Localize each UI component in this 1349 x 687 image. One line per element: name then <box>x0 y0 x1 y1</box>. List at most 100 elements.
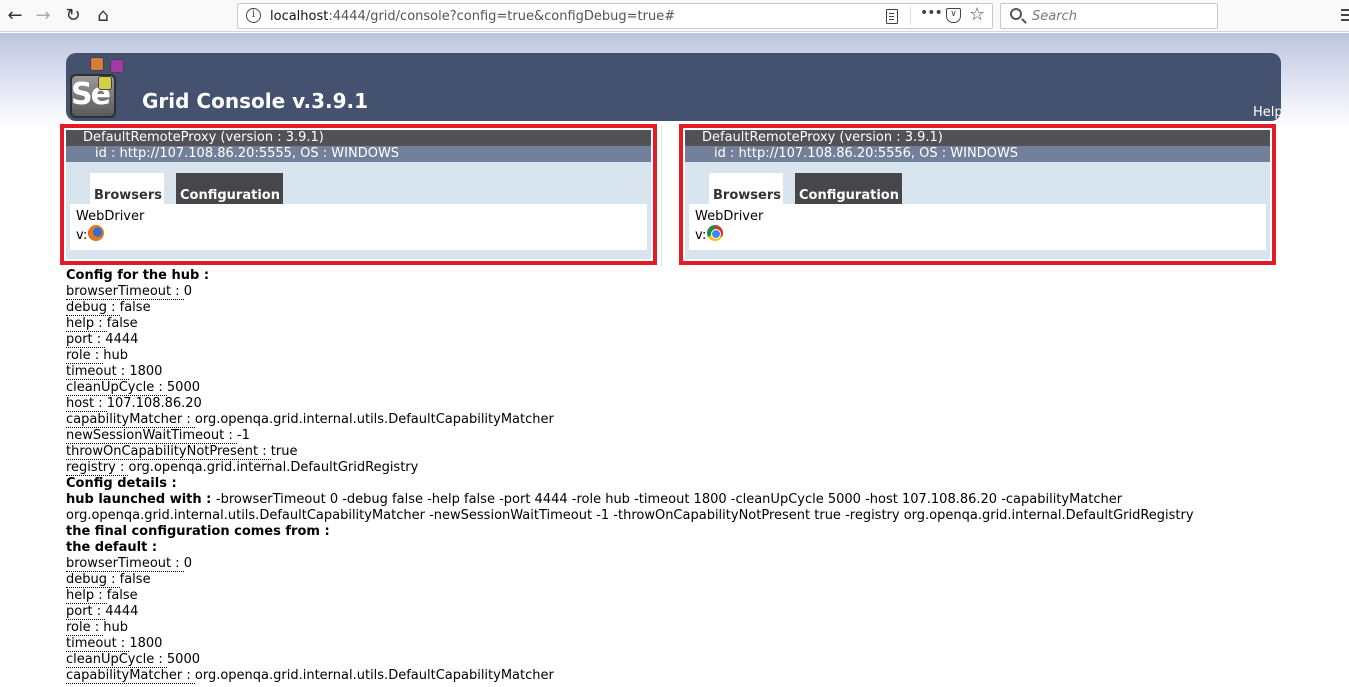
url-path: :4444/grid/console?config=true&configDeb… <box>328 9 676 24</box>
config-value: 107.108.86.20 <box>106 396 202 411</box>
config-entry: throwOnCapabilityNotPresent : true <box>66 444 1276 460</box>
page: Se Grid Console v.3.9.1 Help DefaultRemo… <box>0 33 1349 687</box>
config-entry: browserTimeout : 0 <box>66 284 1276 300</box>
config-value: org.openqa.grid.internal.utils.DefaultCa… <box>194 412 554 427</box>
config-key: role : <box>66 348 104 364</box>
proxy-card: DefaultRemoteProxy (version : 3.9.1) id … <box>60 124 657 265</box>
config-value: 4444 <box>105 332 139 347</box>
config-key: browserTimeout : <box>66 556 184 572</box>
grid-header: Se Grid Console v.3.9.1 Help <box>66 53 1283 121</box>
proxy-tabs: Browsers Configuration <box>685 162 1270 206</box>
protocol-label: WebDriver <box>695 209 764 224</box>
url-bar[interactable]: i localhost:4444/grid/console?config=tru… <box>237 3 993 29</box>
hub-config-heading: Config for the hub : <box>66 268 210 283</box>
hub-launched-with: hub launched with : -browserTimeout 0 -d… <box>66 492 1276 524</box>
config-value: -1 <box>236 428 250 443</box>
tab-browsers[interactable]: Browsers <box>709 173 783 206</box>
more-icon[interactable]: ••• <box>920 5 943 21</box>
config-value: false <box>106 588 138 603</box>
hub-config-list: browserTimeout : 0 debug : false help : fa… <box>66 284 1276 476</box>
bookmark-star-icon[interactable]: ☆ <box>969 5 985 25</box>
config-key: timeout : <box>66 636 130 652</box>
proxy-card: DefaultRemoteProxy (version : 3.9.1) id … <box>679 124 1276 265</box>
config-entry: timeout : 1800 <box>66 364 1276 380</box>
menu-icon[interactable] <box>1341 9 1349 11</box>
url-separator <box>910 7 911 25</box>
chrome-icon[interactable] <box>707 225 724 241</box>
config-value: false <box>119 300 151 315</box>
config-key: newSessionWaitTimeout : <box>66 428 237 444</box>
proxy-tabs: Browsers Configuration <box>66 162 651 206</box>
browser-slot: v: <box>695 225 1260 244</box>
firefox-icon[interactable] <box>88 225 105 241</box>
version-label: v: <box>76 228 88 243</box>
config-entry: role : hub <box>66 348 1276 364</box>
config-entry: help : false <box>66 588 1276 604</box>
browsers-panel: WebDriver v: <box>70 204 647 250</box>
url-text[interactable]: localhost:4444/grid/console?config=true&… <box>270 9 675 24</box>
final-config-heading: the final configuration comes from : <box>66 524 330 539</box>
config-entry: capabilityMatcher : org.openqa.grid.inte… <box>66 412 1276 428</box>
config-entry: debug : false <box>66 572 1276 588</box>
info-icon[interactable]: i <box>246 8 261 23</box>
launched-label: hub launched with : <box>66 492 216 507</box>
home-icon[interactable]: ⌂ <box>93 6 113 26</box>
page-title: Grid Console v.3.9.1 <box>142 89 369 113</box>
config-entry: host : 107.108.86.20 <box>66 396 1276 412</box>
default-config-list: browserTimeout : 0 debug : false help : fa… <box>66 556 1276 684</box>
config-key: capabilityMatcher : <box>66 668 195 684</box>
config-value: 4444 <box>105 604 139 619</box>
config-key: role : <box>66 620 104 636</box>
config-key: browserTimeout : <box>66 284 184 300</box>
config-key: debug : <box>66 300 120 316</box>
back-icon[interactable]: ← <box>5 6 25 26</box>
help-link[interactable]: Help <box>1253 105 1283 120</box>
config-value: hub <box>103 348 129 363</box>
tab-browsers[interactable]: Browsers <box>90 173 164 206</box>
protocol-label: WebDriver <box>76 209 145 224</box>
reload-icon[interactable]: ↻ <box>63 6 83 26</box>
config-key: cleanUpCycle : <box>66 380 167 396</box>
config-entry: port : 4444 <box>66 604 1276 620</box>
config-key: timeout : <box>66 364 130 380</box>
column-divider <box>661 126 662 266</box>
config-value: org.openqa.grid.internal.DefaultGridRegi… <box>128 460 419 475</box>
hub-config: Config for the hub : browserTimeout : 0d… <box>66 268 1276 684</box>
launched-value: -browserTimeout 0 -debug false -help fal… <box>66 492 1194 523</box>
config-key: capabilityMatcher : <box>66 412 195 428</box>
config-key: help : <box>66 316 107 332</box>
proxy-id: id : http://107.108.86.20:5556, OS : WIN… <box>685 146 1270 162</box>
tab-configuration[interactable]: Configuration <box>795 173 902 206</box>
pocket-icon[interactable]: ∨ <box>946 8 961 23</box>
config-details-heading: Config details : <box>66 476 177 491</box>
logo-square-orange <box>90 57 104 71</box>
config-value: false <box>106 316 138 331</box>
proxy-name: DefaultRemoteProxy (version : 3.9.1) <box>685 130 1270 146</box>
config-key: port : <box>66 604 106 620</box>
config-value: true <box>270 444 298 459</box>
search-bar[interactable]: Search <box>1000 3 1218 29</box>
config-key: cleanUpCycle : <box>66 652 167 668</box>
config-value: 0 <box>183 284 193 299</box>
config-value: 1800 <box>129 636 163 651</box>
tab-configuration[interactable]: Configuration <box>176 173 283 206</box>
config-value: 5000 <box>166 652 200 667</box>
config-key: debug : <box>66 572 120 588</box>
forward-icon[interactable]: → <box>33 6 53 26</box>
config-value: false <box>119 572 151 587</box>
config-entry: help : false <box>66 316 1276 332</box>
config-value: 5000 <box>166 380 200 395</box>
config-key: help : <box>66 588 107 604</box>
reader-view-icon[interactable] <box>886 9 898 24</box>
browsers-panel: WebDriver v: <box>689 204 1266 250</box>
config-value: 1800 <box>129 364 163 379</box>
proxy-name: DefaultRemoteProxy (version : 3.9.1) <box>66 130 651 146</box>
config-entry: capabilityMatcher : org.openqa.grid.inte… <box>66 668 1276 684</box>
config-value: org.openqa.grid.internal.utils.DefaultCa… <box>194 668 554 683</box>
config-entry: cleanUpCycle : 5000 <box>66 652 1276 668</box>
browser-toolbar: ← → ↻ ⌂ i localhost:4444/grid/console?co… <box>0 0 1349 32</box>
config-entry: cleanUpCycle : 5000 <box>66 380 1276 396</box>
search-icon <box>1010 8 1022 20</box>
config-key: port : <box>66 332 106 348</box>
config-entry: browserTimeout : 0 <box>66 556 1276 572</box>
